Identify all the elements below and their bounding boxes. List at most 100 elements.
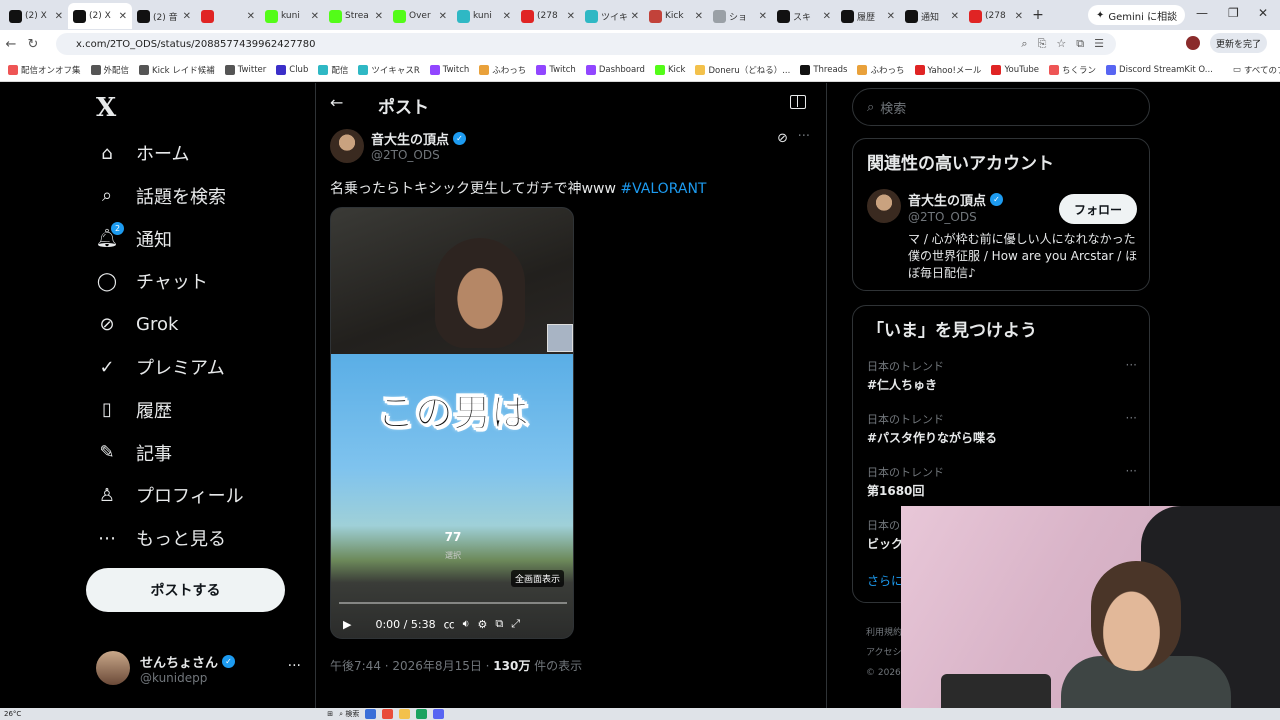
trend-item[interactable]: 日本のトレンド #パスタ作りながら喋る ···: [867, 411, 1137, 446]
minimize-icon[interactable]: —: [1196, 6, 1208, 20]
start-icon[interactable]: ⊞: [327, 710, 333, 718]
tab-close-icon[interactable]: ✕: [823, 11, 831, 22]
bookmark-item[interactable]: 配信オンオフ集: [8, 64, 81, 76]
browser-tab[interactable]: ツイキ ✕: [580, 3, 644, 29]
video-player[interactable]: この男は 77 選択 全画面表示 ▶ 0:00 / 5:38 ㏄ 🔉︎ ⚙ ⧉ …: [330, 207, 574, 639]
more-icon[interactable]: ···: [1126, 464, 1137, 478]
tab-close-icon[interactable]: ✕: [183, 11, 191, 22]
url-field[interactable]: x.com/2TO_ODS/status/2088577439962427780…: [56, 33, 1116, 55]
trend-item[interactable]: 日本のトレンド 第1680回 ···: [867, 464, 1137, 499]
footer-link[interactable]: アクセシ: [866, 643, 902, 663]
zoom-icon[interactable]: ⌕: [1021, 37, 1027, 51]
bookmark-item[interactable]: Twitter: [224, 64, 266, 75]
video-progress-bar[interactable]: [339, 602, 567, 604]
tab-close-icon[interactable]: ✕: [375, 11, 383, 22]
post-button[interactable]: ポストする: [86, 568, 285, 612]
back-arrow-icon[interactable]: ←: [330, 93, 343, 112]
tab-close-icon[interactable]: ✕: [119, 11, 127, 22]
all-bookmarks-folder[interactable]: ▭すべてのブックマーク: [1233, 64, 1280, 76]
volume-icon[interactable]: 🔉︎: [463, 617, 470, 631]
browser-tab[interactable]: 通知 ✕: [900, 3, 964, 29]
reader-mode-icon[interactable]: [790, 95, 806, 109]
browser-tab[interactable]: Kick ✕: [644, 3, 708, 29]
bookmark-item[interactable]: Twitch: [429, 64, 469, 75]
bookmark-item[interactable]: ふわっち: [857, 64, 905, 76]
follow-button[interactable]: フォロー: [1059, 194, 1137, 224]
nav-item-more[interactable]: ⋯ もっと見る: [96, 518, 226, 558]
browser-tab[interactable]: 履歴 ✕: [836, 3, 900, 29]
pip-icon[interactable]: ⧉: [495, 617, 503, 631]
browser-tab[interactable]: (278 ✕: [516, 3, 580, 29]
browser-tab[interactable]: (2) X ✕: [4, 3, 68, 29]
x-logo-icon[interactable]: X: [96, 93, 116, 123]
nav-item-home[interactable]: ⌂ ホーム: [96, 133, 189, 173]
bookmark-item[interactable]: Club: [276, 64, 308, 75]
related-name[interactable]: 音大生の頂点: [908, 190, 986, 209]
weather-text[interactable]: 26°C: [4, 710, 21, 718]
bookmark-item[interactable]: Threads: [800, 64, 847, 75]
browser-tab[interactable]: kuni ✕: [452, 3, 516, 29]
nav-item-chat[interactable]: ◯ チャット: [96, 261, 208, 301]
tab-close-icon[interactable]: ✕: [951, 11, 959, 22]
tab-close-icon[interactable]: ✕: [631, 11, 639, 22]
tab-close-icon[interactable]: ✕: [311, 11, 319, 22]
more-icon[interactable]: ···: [1126, 358, 1137, 372]
author-name[interactable]: 音大生の頂点: [371, 129, 449, 148]
tab-close-icon[interactable]: ✕: [567, 11, 575, 22]
bookmark-item[interactable]: ツイキャスR: [358, 64, 420, 76]
back-icon[interactable]: ←: [0, 37, 22, 52]
taskbar-app-icon[interactable]: [416, 709, 428, 719]
bookmark-item[interactable]: Kick レイド候補: [139, 64, 215, 76]
bookmark-item[interactable]: Discord StreamKit O...: [1106, 64, 1213, 75]
nav-item-search[interactable]: ⌕ 話題を検索: [96, 176, 226, 216]
close-window-icon[interactable]: ✕: [1258, 6, 1268, 20]
nav-item-grok[interactable]: ⊘ Grok: [96, 304, 178, 344]
more-icon[interactable]: ···: [1126, 411, 1137, 425]
bookmark-item[interactable]: 配信: [318, 64, 348, 76]
tab-close-icon[interactable]: ✕: [1015, 11, 1023, 22]
more-options-icon[interactable]: ···: [798, 129, 810, 144]
reload-icon[interactable]: ↻: [22, 37, 44, 52]
taskbar-app-icon[interactable]: [433, 709, 445, 719]
search-input[interactable]: ⌕ 検索: [852, 88, 1150, 126]
bookmark-item[interactable]: YouTube: [991, 64, 1039, 75]
nav-item-premium[interactable]: ✓ プレミアム: [96, 347, 224, 387]
tab-close-icon[interactable]: ✕: [503, 11, 511, 22]
new-tab-icon[interactable]: +: [1028, 7, 1048, 23]
bookmark-item[interactable]: Dashboard: [585, 64, 645, 75]
tab-close-icon[interactable]: ✕: [695, 11, 703, 22]
play-icon[interactable]: ▶: [343, 618, 351, 631]
footer-link[interactable]: 利用規約: [866, 623, 902, 643]
fullscreen-icon[interactable]: ⤢: [511, 617, 520, 631]
bookmark-item[interactable]: 外配信: [90, 64, 129, 76]
related-avatar[interactable]: [867, 189, 901, 223]
author-handle[interactable]: @2TO_ODS: [371, 148, 440, 162]
browser-tab[interactable]: (278 ✕: [964, 3, 1028, 29]
maximize-icon[interactable]: ❐: [1228, 6, 1239, 20]
tab-close-icon[interactable]: ✕: [887, 11, 895, 22]
grok-icon[interactable]: ⊘: [777, 131, 788, 146]
nav-item-bell[interactable]: 🔔︎ 2 通知: [96, 219, 172, 259]
star-icon[interactable]: ☆: [1056, 37, 1066, 51]
gemini-button[interactable]: ✦ Gemini に相談: [1088, 5, 1186, 25]
tab-search-icon[interactable]: ☰: [1094, 37, 1104, 51]
post-timestamp[interactable]: 午後7:44 · 2026年8月15日 ·: [330, 659, 493, 673]
browser-tab[interactable]: スキ ✕: [772, 3, 836, 29]
tab-close-icon[interactable]: ✕: [439, 11, 447, 22]
taskbar-search[interactable]: ⌕ 検索: [339, 709, 359, 719]
tab-close-icon[interactable]: ✕: [759, 11, 767, 22]
install-icon[interactable]: ⎘: [1038, 37, 1047, 51]
profile-avatar[interactable]: [1186, 36, 1200, 50]
update-button[interactable]: 更新を完了: [1210, 33, 1268, 53]
trend-item[interactable]: 日本のトレンド #仁人ちゅき ···: [867, 358, 1137, 393]
nav-item-article[interactable]: ✎ 記事: [96, 433, 172, 473]
browser-tab[interactable]: ショ ✕: [708, 3, 772, 29]
bookmark-item[interactable]: Yahoo!メール: [914, 64, 981, 76]
browser-tab[interactable]: (2) X ✕: [68, 3, 132, 29]
taskbar-app-icon[interactable]: [365, 709, 377, 719]
bookmark-item[interactable]: ふわっち: [479, 64, 526, 76]
bookmark-item[interactable]: Doneru（どねる）...: [695, 64, 790, 76]
taskbar-app-icon[interactable]: [399, 709, 411, 719]
bookmark-item[interactable]: Kick: [654, 64, 685, 75]
browser-tab[interactable]: Strea ✕: [324, 3, 388, 29]
